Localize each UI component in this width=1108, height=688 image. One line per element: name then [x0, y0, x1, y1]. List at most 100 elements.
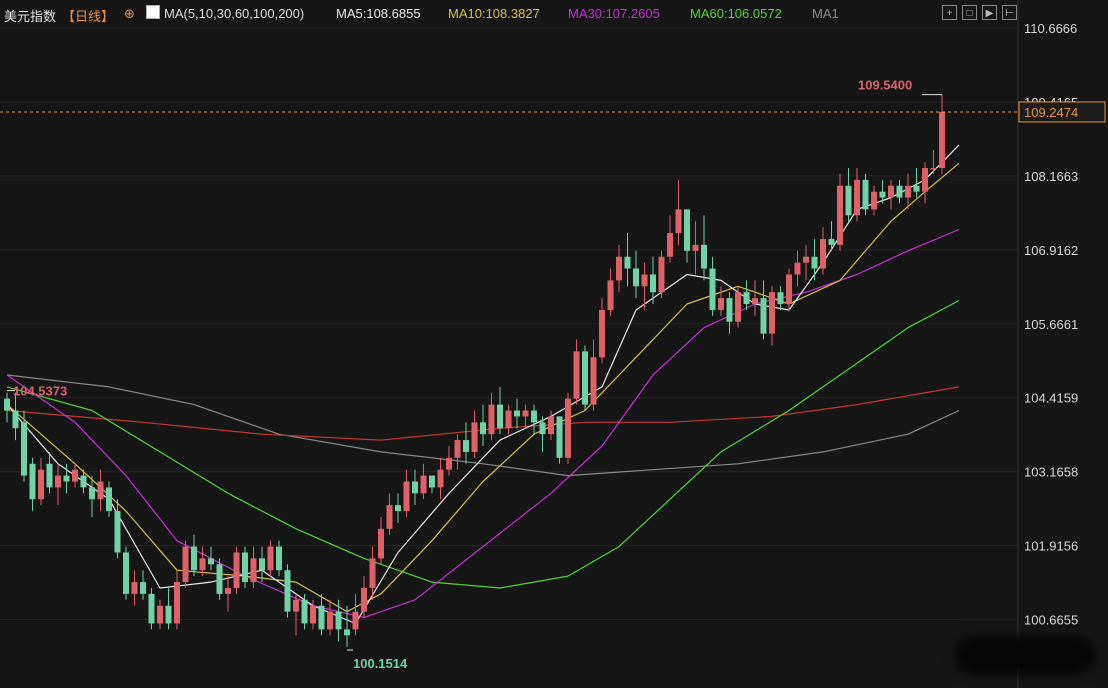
candle-body	[259, 558, 265, 571]
candle-body	[854, 179, 860, 216]
candle-body	[769, 292, 775, 334]
y-tick-label: 110.6666	[1024, 21, 1077, 36]
candle-body	[862, 179, 869, 210]
candle-body	[225, 587, 231, 594]
candle-body	[301, 599, 308, 624]
candle-body	[250, 558, 257, 583]
candle-body	[157, 605, 163, 624]
candle-body	[352, 611, 359, 630]
y-tick-label: 103.1658	[1024, 465, 1078, 480]
low-price-label: 100.1514	[353, 656, 408, 671]
candle-body	[845, 185, 852, 216]
candle-body	[786, 274, 792, 305]
candle-body	[395, 505, 401, 512]
candle-body	[4, 398, 10, 411]
candle-body	[590, 357, 597, 405]
candle-body	[216, 564, 223, 594]
candle-body	[794, 262, 801, 275]
candle-body	[497, 404, 503, 429]
candle-body	[896, 185, 903, 198]
candle-body	[624, 256, 631, 269]
candle-body	[89, 487, 95, 500]
watermark-blur	[955, 636, 1095, 674]
candle-body	[182, 546, 189, 583]
candle-body	[505, 410, 512, 429]
candle-body	[310, 605, 316, 624]
candle-body	[471, 422, 478, 452]
current-price-label: 109.2474	[1024, 105, 1078, 120]
candle-body	[480, 422, 486, 435]
y-tick-label: 101.9156	[1024, 539, 1078, 554]
candle-body	[573, 351, 580, 399]
candle-body	[539, 422, 546, 435]
candle-body	[114, 511, 121, 553]
candle-body	[752, 298, 758, 305]
candle-body	[616, 256, 622, 281]
candle-body	[29, 463, 36, 500]
candle-body	[811, 256, 818, 269]
candle-body	[913, 185, 920, 192]
candle-body	[463, 440, 469, 452]
candle-body	[191, 546, 197, 571]
candle-body	[820, 238, 826, 269]
candle-body	[46, 463, 53, 488]
candle-body	[174, 582, 180, 624]
candle-body	[514, 410, 520, 417]
candle-body	[63, 475, 70, 482]
candle-body	[760, 298, 767, 334]
candle-body	[446, 457, 452, 470]
candle-body	[420, 475, 427, 494]
candle-body	[335, 611, 342, 630]
candle-body	[709, 268, 716, 310]
y-tick-label: 106.9162	[1024, 243, 1078, 258]
candle-body	[565, 398, 571, 458]
ma10-line	[6, 162, 960, 613]
candle-body	[131, 582, 138, 594]
y-tick-label: 100.6655	[1024, 613, 1078, 628]
candle-body	[72, 469, 78, 482]
candle-body	[267, 546, 274, 571]
candle-body	[641, 274, 648, 287]
candle-body	[633, 268, 639, 287]
candle-body	[386, 505, 393, 529]
candle-body	[429, 475, 435, 488]
candle-body	[777, 292, 784, 305]
candle-body	[293, 599, 299, 612]
candle-body	[675, 209, 682, 234]
candle-body	[582, 351, 588, 405]
candle-body	[701, 244, 707, 269]
candle-body	[454, 440, 461, 458]
candle-body	[284, 570, 291, 612]
candle-body	[242, 552, 248, 583]
candle-body	[165, 605, 172, 624]
candle-body	[369, 558, 376, 588]
candle-body	[208, 558, 214, 565]
candle-body	[922, 167, 928, 192]
candle-body	[488, 404, 495, 435]
candle-body	[378, 528, 384, 559]
candle-body	[361, 587, 367, 612]
candle-body	[905, 185, 911, 198]
candle-body	[97, 481, 104, 500]
candle-body	[403, 481, 410, 512]
candle-body	[318, 605, 325, 630]
candlestick-chart[interactable]: 110.6666109.4165108.1663106.9162105.6661…	[0, 0, 1108, 688]
candle-body	[684, 209, 690, 251]
ma5-line	[6, 144, 960, 625]
candle-body	[735, 292, 741, 322]
candle-body	[803, 256, 809, 263]
candle-body	[828, 238, 835, 245]
candle-body	[140, 582, 146, 594]
y-tick-label: 105.6661	[1024, 317, 1078, 332]
candle-body	[939, 111, 945, 168]
candle-body	[531, 410, 537, 423]
candle-body	[726, 298, 733, 322]
y-tick-label: 104.4159	[1024, 391, 1078, 406]
candle-body	[667, 233, 673, 257]
start-price-label: 104.5373	[13, 384, 67, 399]
candle-body	[38, 469, 44, 500]
candle-body	[930, 167, 937, 170]
y-tick-label: 108.1663	[1024, 169, 1078, 184]
candle-body	[522, 410, 529, 417]
candle-body	[879, 191, 886, 198]
